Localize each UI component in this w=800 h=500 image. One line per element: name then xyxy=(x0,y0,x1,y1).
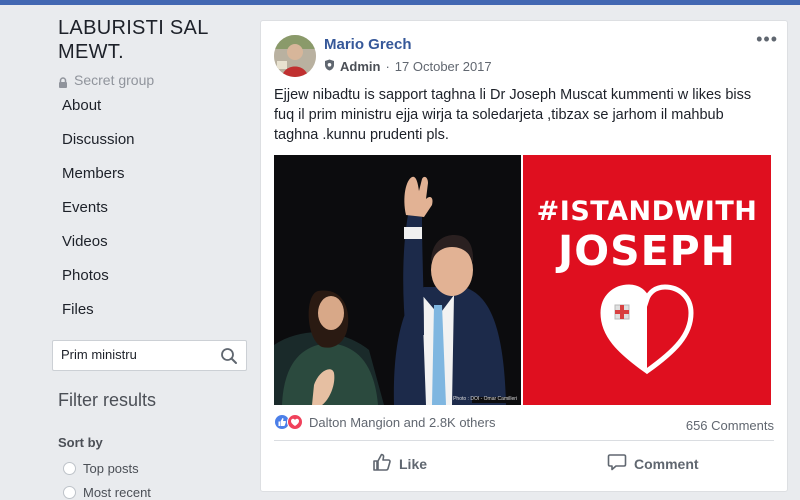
like-button[interactable]: Like xyxy=(372,452,427,475)
group-post: Mario Grech Admin · 17 October 2017 ••• … xyxy=(260,20,788,492)
group-nav: About Discussion Members Events Videos P… xyxy=(62,95,135,333)
sort-option-most-recent[interactable]: Most recent xyxy=(63,485,151,500)
photo-credit: Photo : DOI - Omar Camilleri xyxy=(453,396,517,402)
nav-item-discussion[interactable]: Discussion xyxy=(62,129,135,163)
meta-separator: · xyxy=(385,59,390,74)
thumbs-up-icon xyxy=(372,452,392,475)
admin-badge-icon xyxy=(324,59,335,74)
privacy-label: Secret group xyxy=(74,72,155,88)
group-search-input[interactable] xyxy=(61,347,211,362)
nav-item-photos[interactable]: Photos xyxy=(62,265,135,299)
nav-item-members[interactable]: Members xyxy=(62,163,135,197)
filter-results-title: Filter results xyxy=(58,390,157,410)
like-label: Like xyxy=(399,455,428,472)
comment-label: Comment xyxy=(634,455,699,472)
post-date[interactable]: 17 October 2017 xyxy=(395,59,492,74)
nav-item-events[interactable]: Events xyxy=(62,197,135,231)
divider xyxy=(274,440,774,441)
group-privacy: Secret group xyxy=(58,72,154,88)
sort-option-label: Top posts xyxy=(83,461,139,476)
sort-option-top-posts[interactable]: Top posts xyxy=(63,461,139,476)
group-name[interactable]: LABURISTI SAL MEWT. xyxy=(58,16,248,64)
hashtag-line-2: JOSEPH xyxy=(557,227,736,275)
sort-by-label: Sort by xyxy=(58,435,103,450)
reactions-text: Dalton Mangion and 2.8K others xyxy=(309,414,496,430)
radio-button[interactable] xyxy=(63,462,76,475)
nav-item-videos[interactable]: Videos xyxy=(62,231,135,265)
group-sidebar: LABURISTI SAL MEWT. Secret group About D… xyxy=(0,5,255,500)
malta-heart-icon xyxy=(599,283,695,384)
sort-option-label: Most recent xyxy=(83,485,151,500)
nav-item-files[interactable]: Files xyxy=(62,299,135,333)
comments-count[interactable]: 656 Comments xyxy=(686,418,774,433)
radio-button[interactable] xyxy=(63,486,76,499)
love-reaction-icon xyxy=(287,414,303,430)
more-options-icon[interactable]: ••• xyxy=(756,29,778,50)
reactions-summary[interactable]: Dalton Mangion and 2.8K others xyxy=(274,414,495,430)
hashtag-line-1: #ISTANDWITH xyxy=(536,196,758,227)
lock-icon xyxy=(58,75,68,88)
post-image-istandwith[interactable]: #ISTANDWITH JOSEPH xyxy=(523,155,771,405)
author-role: Admin xyxy=(340,59,381,74)
group-search-box xyxy=(52,340,247,371)
post-text: Ejjew nibadtu is sapport taghna li Dr Jo… xyxy=(274,87,752,143)
post-photo-muscat[interactable]: Photo : DOI - Omar Camilleri xyxy=(274,155,521,405)
author-name[interactable]: Mario Grech xyxy=(324,36,412,53)
comment-button[interactable]: Comment xyxy=(607,452,699,475)
comment-icon xyxy=(607,452,627,475)
nav-item-about[interactable]: About xyxy=(62,95,135,129)
post-meta: Admin · 17 October 2017 xyxy=(324,59,492,74)
search-icon[interactable] xyxy=(220,347,238,365)
author-avatar[interactable] xyxy=(274,35,316,77)
